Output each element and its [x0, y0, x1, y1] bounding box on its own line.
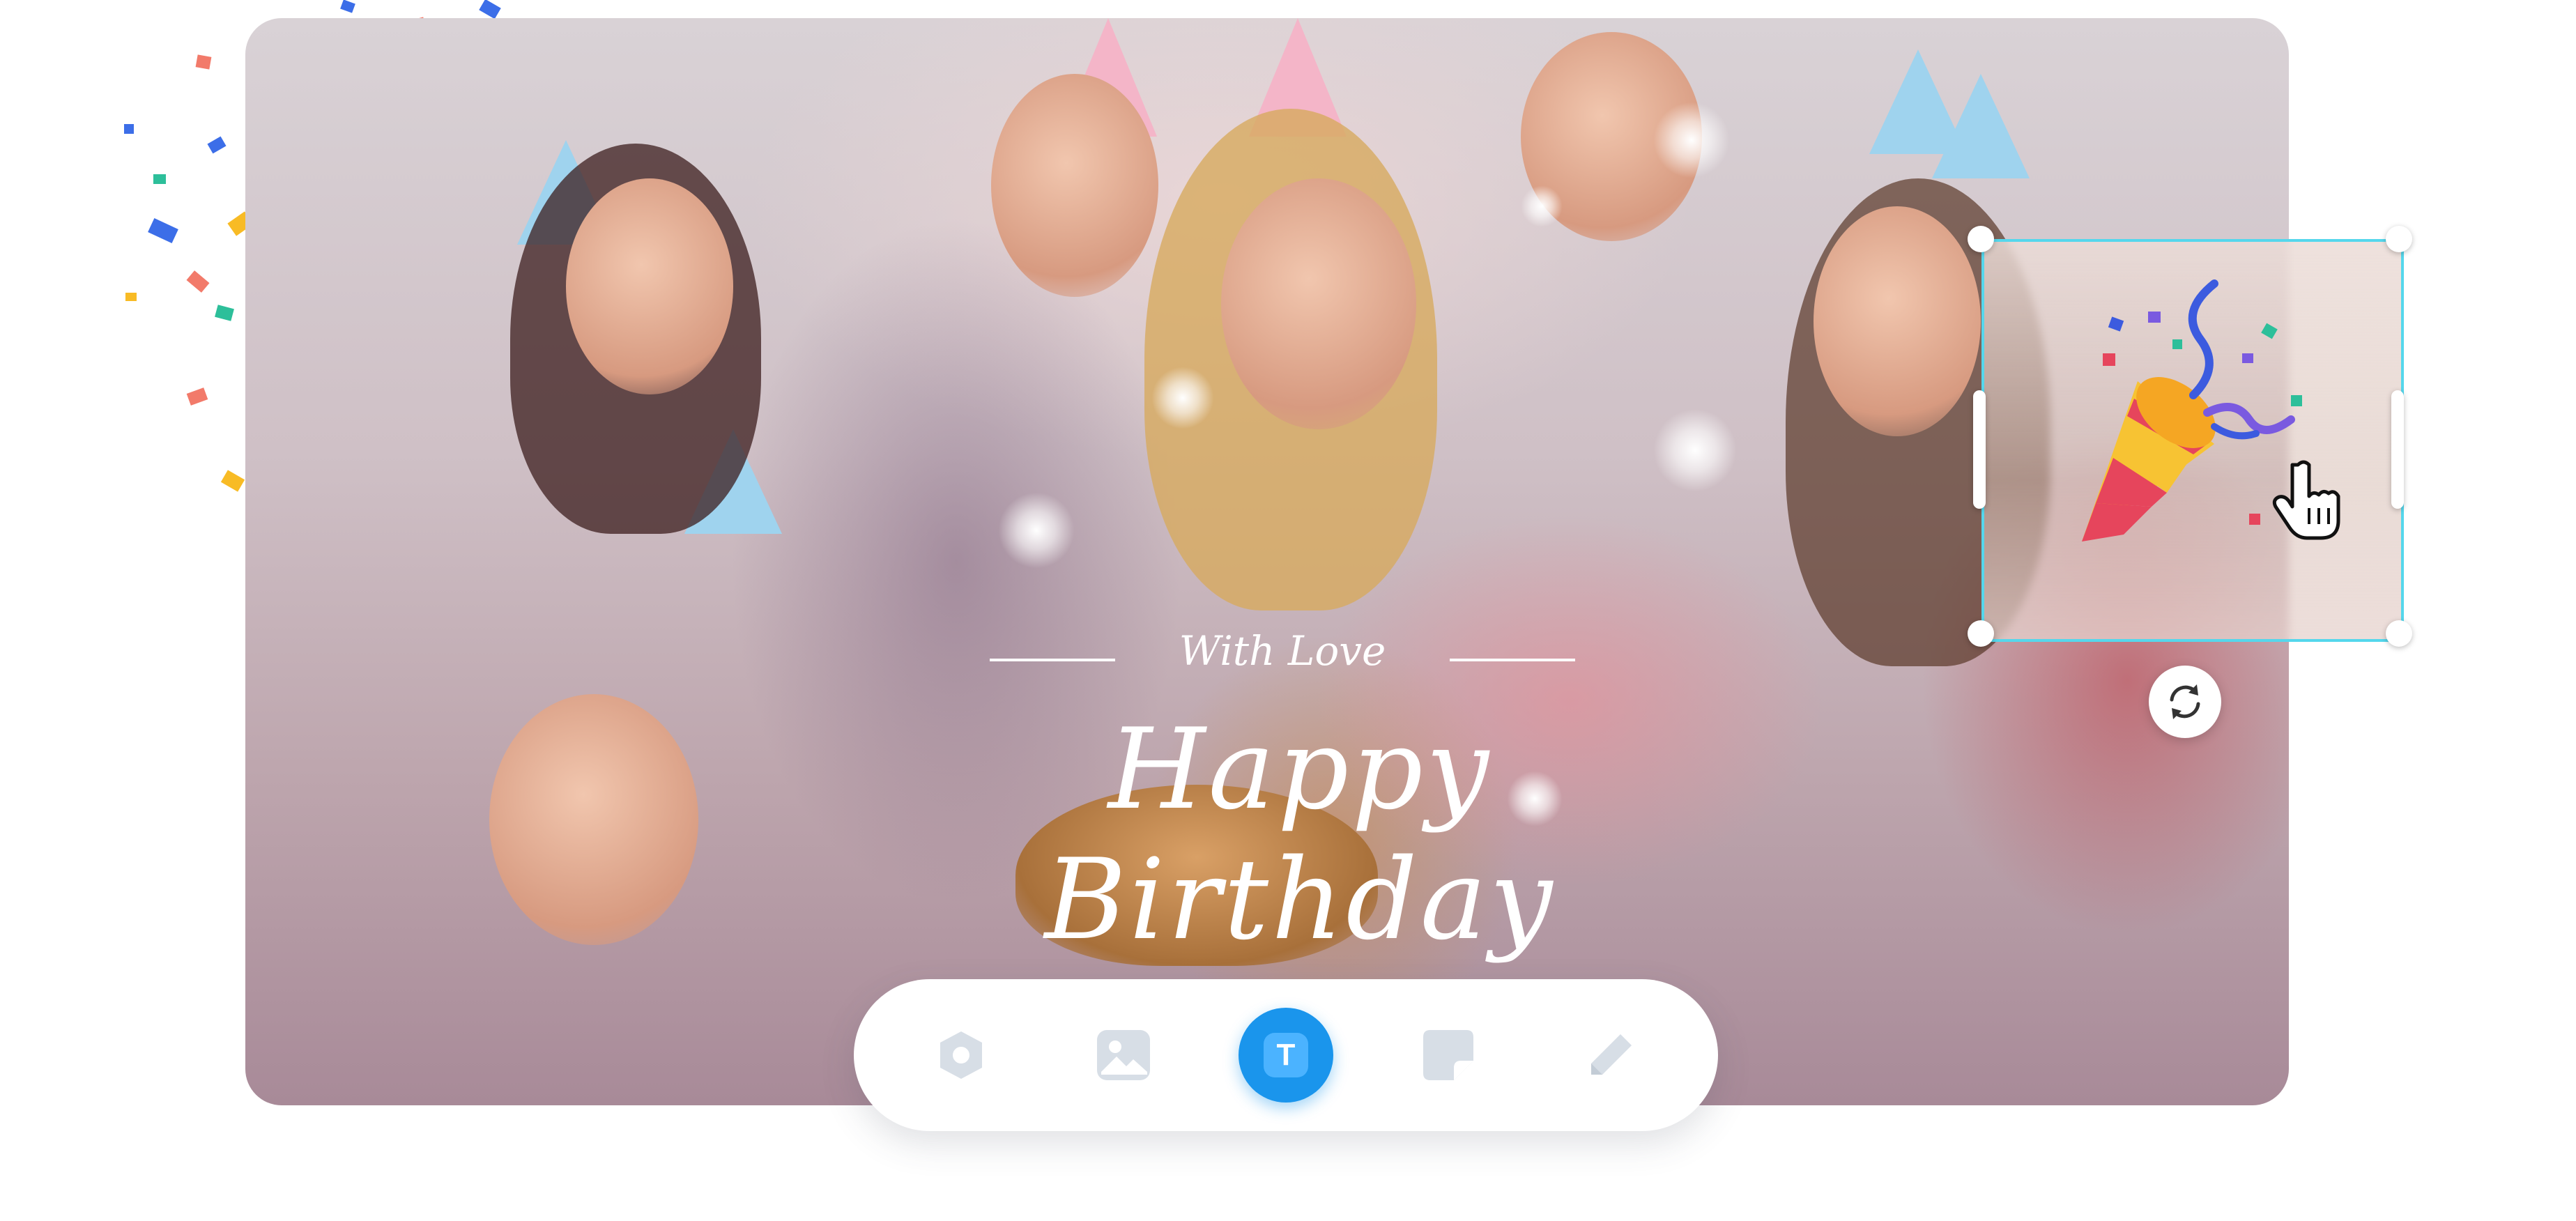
rotate-button[interactable]	[2149, 666, 2221, 738]
person-face	[1221, 178, 1416, 429]
person-face	[489, 694, 698, 945]
party-popper-icon	[2082, 279, 2302, 542]
person-face	[991, 74, 1158, 297]
hexagon-icon	[940, 1031, 982, 1079]
confetti-piece	[207, 136, 227, 154]
sparkler-light	[1653, 102, 1730, 178]
pencil-icon	[1591, 1034, 1632, 1075]
confetti-piece	[186, 270, 210, 293]
person-face	[566, 178, 733, 394]
draw-tool-button[interactable]	[1573, 1017, 1648, 1093]
sparkler-light	[1521, 185, 1563, 227]
confetti-piece	[215, 305, 234, 321]
divider-line	[1450, 659, 1575, 661]
resize-handle-left[interactable]	[1973, 390, 1986, 509]
sparkler-light	[1151, 367, 1214, 429]
resize-handle-top-left[interactable]	[1968, 226, 1994, 252]
selected-sticker[interactable]	[1981, 239, 2404, 642]
resize-handle-top-right[interactable]	[2386, 226, 2412, 252]
confetti-piece	[125, 293, 137, 301]
confetti-piece	[220, 470, 245, 492]
text-tool-button[interactable]: T	[1239, 1008, 1333, 1103]
confetti-piece	[124, 124, 134, 134]
confetti-piece	[153, 174, 166, 184]
headline-text[interactable]: Happy Birthday	[934, 704, 1666, 965]
image-icon	[1097, 1030, 1150, 1080]
resize-handle-bottom-left[interactable]	[1968, 620, 1994, 647]
resize-handle-bottom-right[interactable]	[2386, 620, 2412, 647]
party-hat	[1932, 74, 2030, 178]
confetti-piece	[148, 218, 178, 243]
hand-cursor-icon	[2272, 460, 2340, 540]
person-face	[1814, 206, 1981, 436]
sticker-tool-button[interactable]	[1411, 1017, 1486, 1093]
confetti-piece	[479, 0, 501, 20]
rotate-icon	[2170, 684, 2200, 719]
confetti-piece	[186, 387, 208, 406]
image-tool-button[interactable]	[1086, 1017, 1161, 1093]
confetti-piece	[195, 54, 212, 70]
subtitle-row[interactable]: With Love	[990, 627, 1575, 683]
sparkler-light	[1653, 408, 1737, 492]
subtitle-text[interactable]: With Love	[990, 627, 1575, 675]
shape-tool-button[interactable]	[923, 1017, 999, 1093]
confetti-piece	[340, 0, 355, 13]
resize-handle-right[interactable]	[2391, 390, 2404, 509]
sparkler-light	[998, 492, 1075, 569]
sticker-note-icon	[1423, 1030, 1473, 1080]
text-T-icon: T	[1264, 1033, 1308, 1077]
editor-toolbar: T	[854, 979, 1718, 1131]
